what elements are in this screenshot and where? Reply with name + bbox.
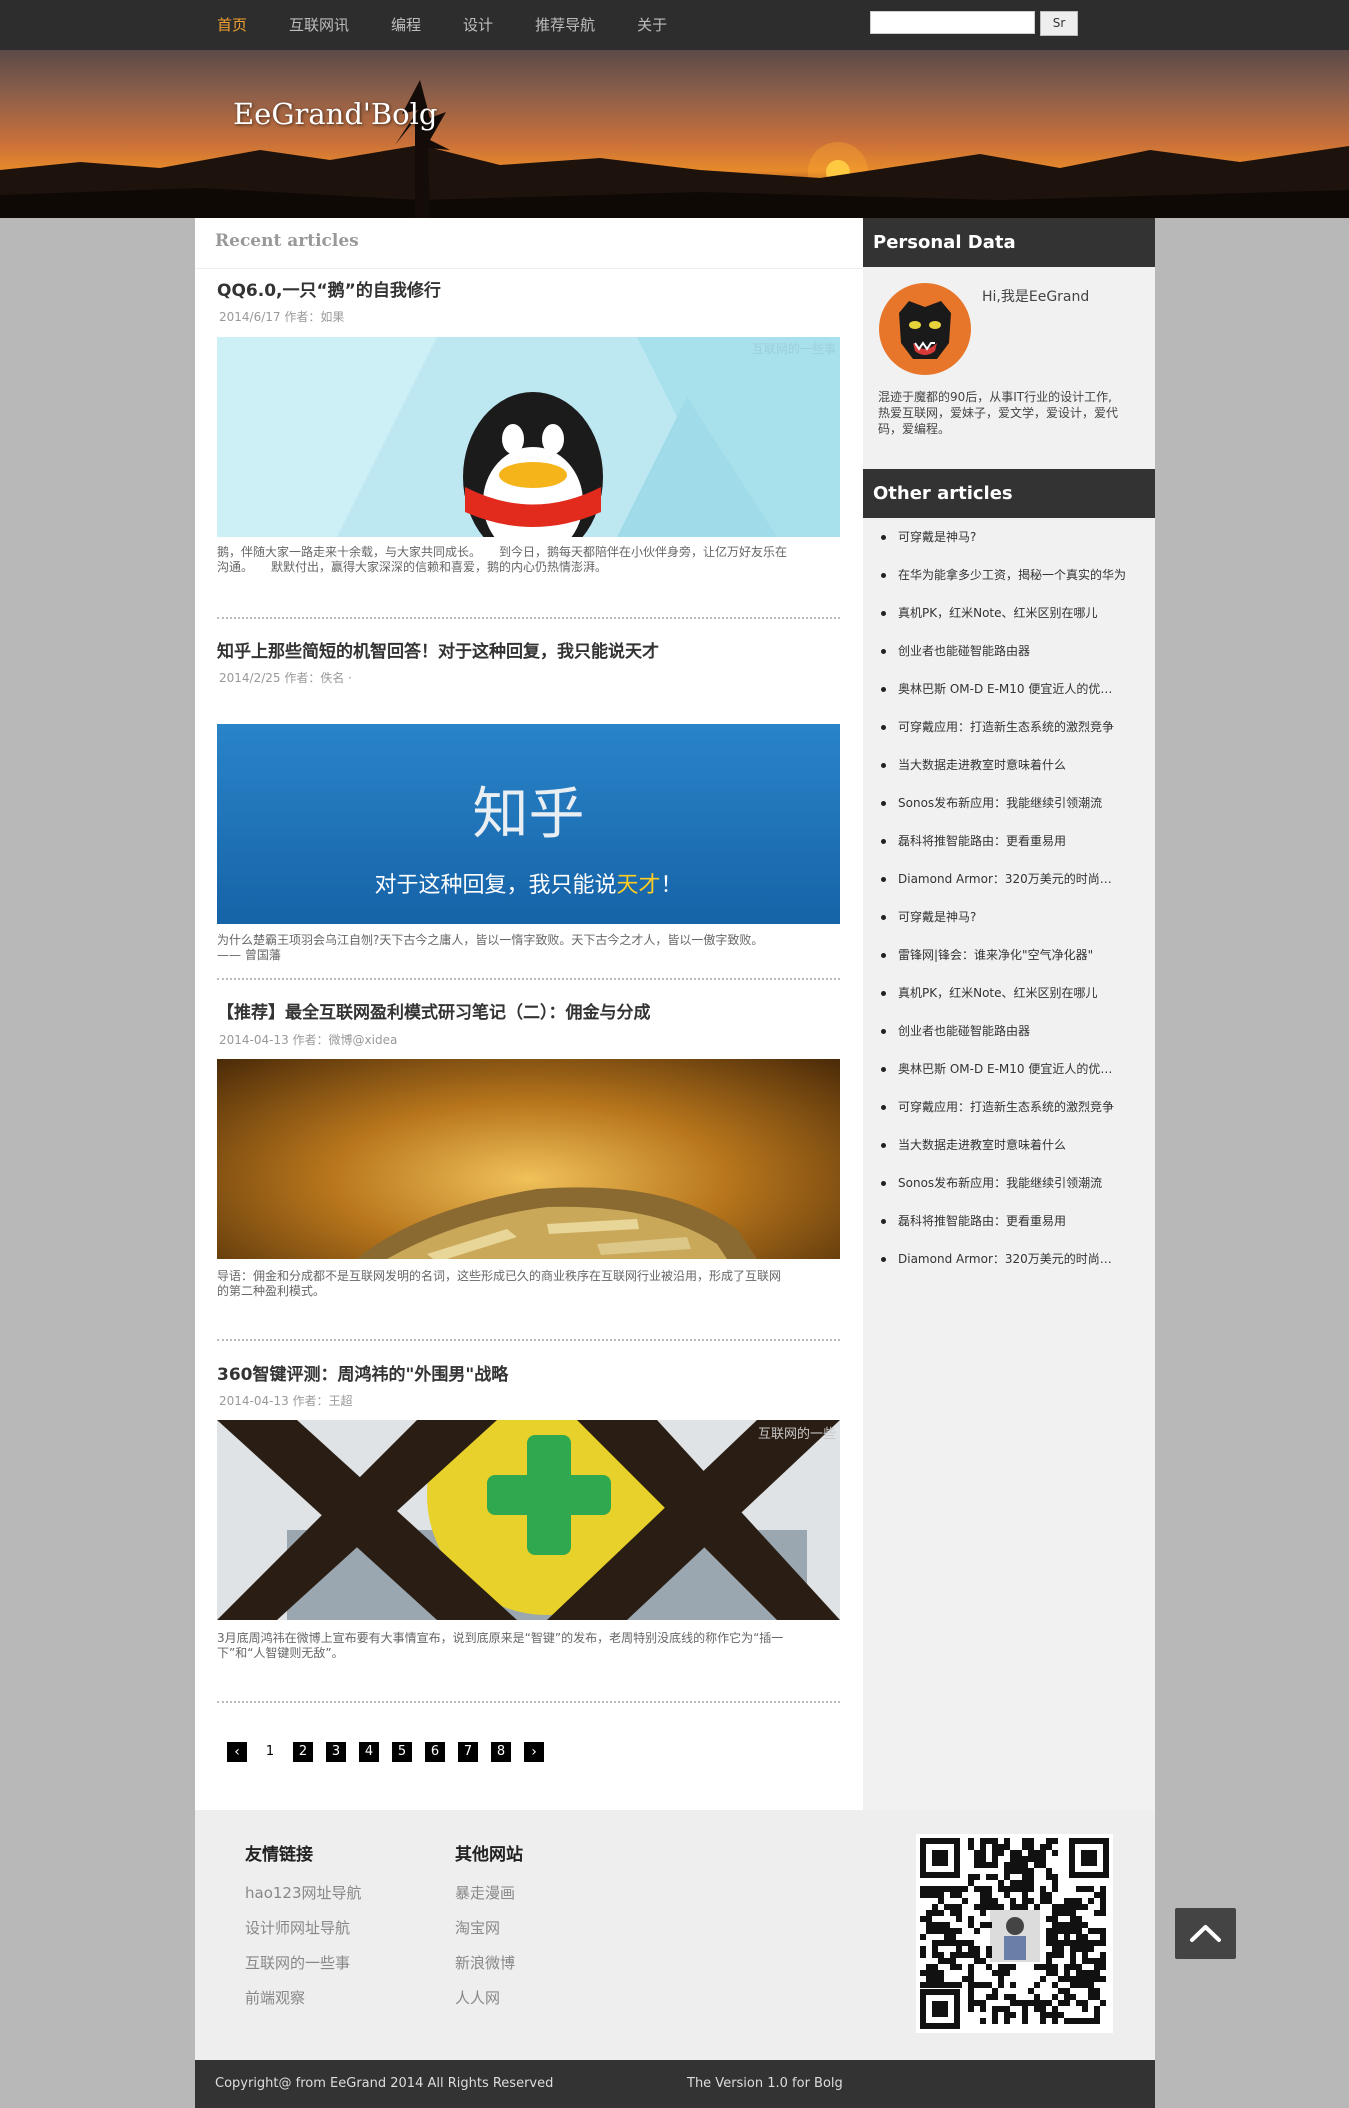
article-description: 导语：佣金和分成都不是互联网发明的名词，这些形成已久的商业秩序在互联网行业被沿用… xyxy=(217,1269,782,1298)
page-number-current[interactable]: 1 xyxy=(260,1742,280,1762)
list-item[interactable]: 当大数据走进教室时意味着什么 xyxy=(881,1124,1136,1162)
article-image-qq[interactable]: 互联网的一些事 xyxy=(217,337,840,537)
other-sites-heading: 其他网站 xyxy=(455,1845,523,1865)
nav-item-design[interactable]: 设计 xyxy=(442,0,514,50)
page-number[interactable]: 7 xyxy=(458,1742,478,1762)
footer-link[interactable]: hao123网址导航 xyxy=(245,1882,362,1917)
copyright-text: Copyright@ from EeGrand 2014 All Rights … xyxy=(215,2076,554,2091)
list-item[interactable]: 奥林巴斯 OM-D E-M10 便宜近人的优… xyxy=(881,1048,1136,1086)
list-item[interactable]: 磊科将推智能路由：更看重易用 xyxy=(881,820,1136,858)
avatar xyxy=(879,283,971,375)
page-number[interactable]: 8 xyxy=(491,1742,511,1762)
other-articles-heading: Other articles xyxy=(863,469,1155,518)
pagination: ‹ 1 2 3 4 5 6 7 8 › xyxy=(227,1742,557,1762)
article-title[interactable]: 【推荐】最全互联网盈利模式研习笔记（二）：佣金与分成 xyxy=(217,998,651,1023)
footer-link[interactable]: 新浪微博 xyxy=(455,1952,523,1987)
divider xyxy=(217,1339,840,1341)
page-number[interactable]: 4 xyxy=(359,1742,379,1762)
list-item[interactable]: 可穿戴是神马? xyxy=(881,896,1136,934)
article-image-360[interactable]: 互联网的一些 xyxy=(217,1420,840,1620)
footer-link[interactable]: 前端观察 xyxy=(245,1987,362,2022)
article-description: 3月底周鸿祎在微博上宣布要有大事情宣布，说到底原来是“智键”的发布，老周特别没底… xyxy=(217,1631,784,1660)
nav-item-programming[interactable]: 编程 xyxy=(370,0,442,50)
prev-page-button[interactable]: ‹ xyxy=(227,1742,247,1762)
list-item[interactable]: Sonos发布新应用：我能继续引领潮流 xyxy=(881,782,1136,820)
image-text: ！ xyxy=(660,873,683,898)
other-articles-list: 可穿戴是神马? 在华为能拿多少工资，揭秘一个真实的华为 真机PK，红米Note、… xyxy=(881,516,1136,1276)
image-text: 对于这种回复，我只能说 xyxy=(374,873,617,898)
footer-link[interactable]: 淘宝网 xyxy=(455,1917,523,1952)
qr-code-image xyxy=(916,1834,1113,2033)
nav-item-recommend[interactable]: 推荐导航 xyxy=(514,0,616,50)
search-button[interactable]: Sr xyxy=(1040,11,1078,36)
version-text: The Version 1.0 for Bolg xyxy=(687,2076,843,2091)
chevron-up-icon xyxy=(1190,1925,1221,1942)
article-title[interactable]: 知乎上那些简短的机智回答！对于这种回复，我只能说天才 xyxy=(217,637,659,662)
back-to-top-button[interactable] xyxy=(1175,1908,1236,1959)
divider xyxy=(217,978,840,980)
footer-link[interactable]: 人人网 xyxy=(455,1987,523,2022)
image-watermark: 互联网的一些事 xyxy=(751,342,836,356)
nav-item-about[interactable]: 关于 xyxy=(616,0,688,50)
list-item[interactable]: Diamond Armor：320万美元的时尚… xyxy=(881,1238,1136,1276)
article-image-money[interactable] xyxy=(217,1059,840,1259)
list-item[interactable]: 可穿戴是神马? xyxy=(881,516,1136,554)
next-page-button[interactable]: › xyxy=(524,1742,544,1762)
list-item[interactable]: Diamond Armor：320万美元的时尚… xyxy=(881,858,1136,896)
list-item[interactable]: 创业者也能碰智能路由器 xyxy=(881,630,1136,668)
article-title[interactable]: QQ6.0,一只“鹅”的自我修行 xyxy=(217,276,441,301)
article-description: 为什么楚霸王项羽会乌江自刎?天下古今之庸人，皆以一惰字致败。天下古今之才人，皆以… xyxy=(217,933,764,962)
copyright-bar: Copyright@ from EeGrand 2014 All Rights … xyxy=(195,2060,1155,2108)
footer-link[interactable]: 设计师网址导航 xyxy=(245,1917,362,1952)
nav-item-home[interactable]: 首页 xyxy=(196,0,268,50)
list-item[interactable]: 在华为能拿多少工资，揭秘一个真实的华为 xyxy=(881,554,1136,592)
list-item[interactable]: 当大数据走进教室时意味着什么 xyxy=(881,744,1136,782)
list-item[interactable]: 磊科将推智能路由：更看重易用 xyxy=(881,1200,1136,1238)
footer-link[interactable]: 互联网的一些事 xyxy=(245,1952,362,1987)
list-item[interactable]: 雷锋网|锋会：谁来净化"空气净化器" xyxy=(881,934,1136,972)
other-sites-column: 其他网站 暴走漫画 淘宝网 新浪微博 人人网 xyxy=(455,1840,523,2022)
list-item[interactable]: 真机PK，红米Note、红米区别在哪儿 xyxy=(881,592,1136,630)
article-description: 鹅，伴随大家一路走来十余载，与大家共同成长。 到今日，鹅每天都陪伴在小伙伴身旁，… xyxy=(217,545,788,574)
list-item[interactable]: 可穿戴应用：打造新生态系统的激烈竞争 xyxy=(881,706,1136,744)
article-image-zhihu[interactable]: 知乎 对于这种回复，我只能说天才！ xyxy=(217,724,840,924)
zhihu-logo-text: 知乎 xyxy=(472,782,585,847)
site-title[interactable]: EeGrand'Bolg xyxy=(233,97,437,131)
divider xyxy=(195,268,863,269)
personal-data-heading: Personal Data xyxy=(863,218,1155,267)
article-meta: 2014/6/17 作者：如果 xyxy=(219,310,345,324)
list-item[interactable]: 奥林巴斯 OM-D E-M10 便宜近人的优… xyxy=(881,668,1136,706)
image-watermark: 互联网的一些 xyxy=(757,1427,836,1442)
friend-links-heading: 友情链接 xyxy=(245,1845,313,1865)
image-text-highlight: 天才 xyxy=(616,873,661,898)
page-number[interactable]: 6 xyxy=(425,1742,445,1762)
footer-link[interactable]: 暴走漫画 xyxy=(455,1882,523,1917)
greeting: Hi,我是EeGrand xyxy=(982,289,1090,305)
article-meta: 2014-04-13 作者：王超 xyxy=(219,1394,353,1408)
sunset-landscape-image xyxy=(0,80,1349,218)
page-number[interactable]: 3 xyxy=(326,1742,346,1762)
section-title: Recent articles xyxy=(215,231,359,251)
article-meta: 2014-04-13 作者：微博@xidea xyxy=(219,1033,398,1047)
list-item[interactable]: Sonos发布新应用：我能继续引领潮流 xyxy=(881,1162,1136,1200)
divider xyxy=(217,1701,840,1703)
page-number[interactable]: 2 xyxy=(293,1742,313,1762)
article-meta: 2014/2/25 作者：佚名 · xyxy=(219,671,352,685)
list-item[interactable]: 创业者也能碰智能路由器 xyxy=(881,1010,1136,1048)
list-item[interactable]: 可穿戴应用：打造新生态系统的激烈竞争 xyxy=(881,1086,1136,1124)
divider xyxy=(217,617,840,619)
nav-item-news[interactable]: 互联网讯 xyxy=(268,0,370,50)
friend-links-column: 友情链接 hao123网址导航 设计师网址导航 互联网的一些事 前端观察 xyxy=(245,1840,362,2022)
header-banner xyxy=(0,50,1349,218)
article-title[interactable]: 360智键评测：周鸿祎的"外围男"战略 xyxy=(217,1360,508,1385)
main-nav: 首页 互联网讯 编程 设计 推荐导航 关于 xyxy=(196,0,688,50)
page-number[interactable]: 5 xyxy=(392,1742,412,1762)
list-item[interactable]: 真机PK，红米Note、红米区别在哪儿 xyxy=(881,972,1136,1010)
search-input[interactable] xyxy=(870,11,1035,34)
bio-text: 混迹于魔都的90后，从事IT行业的设计工作,热爱互联网，爱妹子，爱文学，爱设计，… xyxy=(878,390,1119,436)
